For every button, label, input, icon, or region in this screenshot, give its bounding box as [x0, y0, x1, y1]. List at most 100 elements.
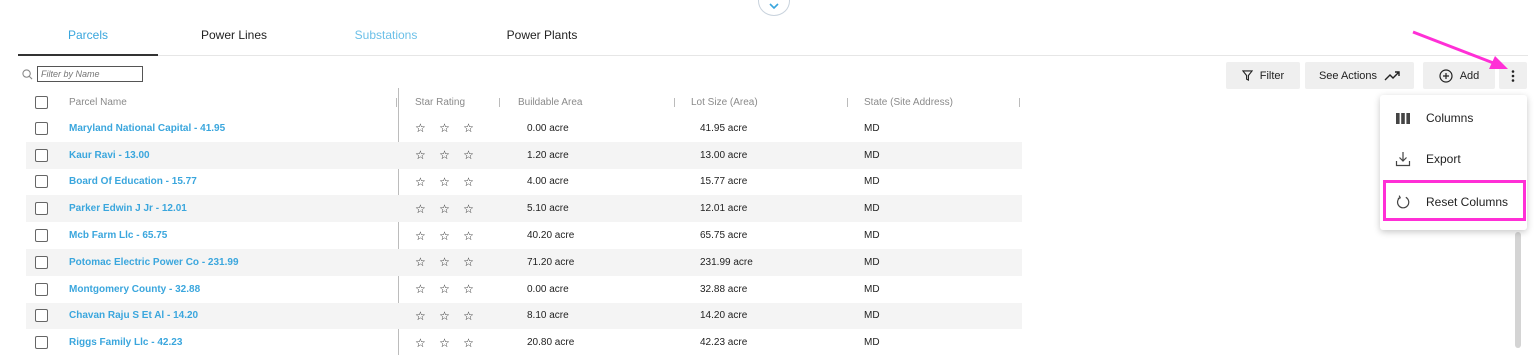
lot-size-cell: 42.23 acre	[700, 337, 748, 349]
state-cell: MD	[864, 283, 880, 295]
column-resize-handle[interactable]	[1019, 98, 1020, 107]
more-vertical-icon	[1511, 69, 1515, 82]
tab-parcels[interactable]: Parcels	[18, 24, 158, 56]
buildable-area-cell: 5.10 acre	[527, 203, 569, 215]
row-checkbox[interactable]	[35, 169, 48, 196]
state-cell: MD	[864, 149, 880, 161]
table-row[interactable]: Montgomery County - 32.88 ☆ ☆ ☆ 0.00 acre 3…	[26, 276, 1022, 303]
parcel-name-link[interactable]: Maryland National Capital - 41.95	[69, 115, 225, 142]
parcel-name-link[interactable]: Parker Edwin J Jr - 12.01	[69, 195, 187, 222]
buildable-area-cell: 0.00 acre	[527, 283, 569, 295]
star-rating[interactable]: ☆ ☆ ☆	[415, 276, 479, 303]
parcels-page: Parcels Power Lines Substations Power Pl…	[0, 0, 1536, 355]
buildable-area-cell: 71.20 acre	[527, 256, 575, 268]
star-rating[interactable]: ☆ ☆ ☆	[415, 303, 479, 330]
star-rating[interactable]: ☆ ☆ ☆	[415, 249, 479, 276]
buildable-area-cell: 8.10 acre	[527, 310, 569, 322]
filter-button[interactable]: Filter	[1226, 62, 1300, 89]
table-row[interactable]: Riggs Family Llc - 42.23 ☆ ☆ ☆ 20.80 acre 4…	[26, 329, 1022, 355]
see-actions-button[interactable]: See Actions	[1305, 62, 1414, 89]
row-checkbox[interactable]	[35, 329, 48, 355]
column-header-star-rating[interactable]: Star Rating	[415, 90, 465, 115]
row-checkbox[interactable]	[35, 276, 48, 303]
column-header-lot-size[interactable]: Lot Size (Area)	[691, 90, 758, 115]
parcel-name-link[interactable]: Riggs Family Llc - 42.23	[69, 329, 182, 355]
add-circle-icon	[1439, 68, 1453, 83]
parcel-name-link[interactable]: Board Of Education - 15.77	[69, 169, 197, 196]
row-checkbox[interactable]	[35, 303, 48, 330]
state-cell: MD	[864, 176, 880, 188]
table-row[interactable]: Potomac Electric Power Co - 231.99 ☆ ☆ ☆ 7…	[26, 248, 1022, 276]
vertical-scrollbar[interactable]	[1514, 230, 1522, 350]
add-button-label: Add	[1459, 69, 1480, 82]
tab-power-lines[interactable]: Power Lines	[182, 24, 286, 56]
column-resize-handle[interactable]	[396, 98, 397, 107]
table-body: Maryland National Capital - 41.95 ☆ ☆ ☆ 0.…	[26, 115, 1022, 355]
buildable-area-cell: 1.20 acre	[527, 149, 569, 161]
select-all-checkbox[interactable]	[35, 90, 48, 115]
lot-size-cell: 231.99 acre	[700, 256, 753, 268]
parcel-name-link[interactable]: Chavan Raju S Et Al - 14.20	[69, 303, 198, 330]
star-rating[interactable]: ☆ ☆ ☆	[415, 222, 479, 249]
state-cell: MD	[864, 203, 880, 215]
column-header-state[interactable]: State (Site Address)	[864, 90, 953, 115]
row-checkbox[interactable]	[35, 142, 48, 169]
chevron-down-icon	[769, 3, 779, 9]
star-rating[interactable]: ☆ ☆ ☆	[415, 115, 479, 142]
state-cell: MD	[864, 122, 880, 134]
parcel-name-link[interactable]: Kaur Ravi - 13.00	[69, 142, 150, 169]
highlight-box	[1383, 180, 1526, 221]
see-actions-label: See Actions	[1318, 69, 1378, 82]
star-rating[interactable]: ☆ ☆ ☆	[415, 329, 479, 355]
table-row[interactable]: Mcb Farm Llc - 65.75 ☆ ☆ ☆ 40.20 acre 65.75…	[26, 222, 1022, 249]
table-row[interactable]: Board Of Education - 15.77 ☆ ☆ ☆ 4.00 acre…	[26, 169, 1022, 196]
parcel-name-link[interactable]: Montgomery County - 32.88	[69, 276, 200, 303]
column-header-buildable-area[interactable]: Buildable Area	[518, 90, 583, 115]
menu-item-columns[interactable]: Columns	[1380, 98, 1527, 138]
add-button[interactable]: Add	[1423, 62, 1495, 89]
star-rating[interactable]: ☆ ☆ ☆	[415, 142, 479, 169]
column-resize-handle[interactable]	[499, 98, 500, 107]
columns-icon	[1396, 112, 1410, 124]
lot-size-cell: 15.77 acre	[700, 176, 748, 188]
state-cell: MD	[864, 310, 880, 322]
menu-item-export[interactable]: Export	[1380, 139, 1527, 179]
parcel-name-link[interactable]: Potomac Electric Power Co - 231.99	[69, 249, 239, 276]
column-header-parcel-name[interactable]: Parcel Name	[69, 90, 127, 115]
row-checkbox[interactable]	[35, 249, 48, 276]
table-row[interactable]: Parker Edwin J Jr - 12.01 ☆ ☆ ☆ 5.10 acre 1…	[26, 195, 1022, 223]
star-rating[interactable]: ☆ ☆ ☆	[415, 169, 479, 196]
tab-bar: Parcels Power Lines Substations Power Pl…	[18, 24, 1528, 56]
state-cell: MD	[864, 337, 880, 349]
tab-substations[interactable]: Substations	[334, 24, 438, 56]
more-options-button[interactable]	[1499, 62, 1527, 89]
row-checkbox[interactable]	[35, 195, 48, 222]
funnel-icon	[1241, 70, 1253, 81]
trending-up-icon	[1384, 70, 1400, 80]
search-icon	[22, 68, 33, 79]
filter-input[interactable]	[37, 66, 143, 82]
collapse-button[interactable]	[758, 0, 790, 16]
table-row[interactable]: Kaur Ravi - 13.00 ☆ ☆ ☆ 1.20 acre 13.00 acr…	[26, 141, 1022, 169]
lot-size-cell: 13.00 acre	[700, 149, 748, 161]
row-checkbox[interactable]	[35, 222, 48, 249]
state-cell: MD	[864, 256, 880, 268]
state-cell: MD	[864, 230, 880, 242]
table-row[interactable]: Maryland National Capital - 41.95 ☆ ☆ ☆ 0.…	[26, 115, 1022, 142]
parcels-table: Parcel Name Star Rating Buildable Area L…	[26, 90, 1022, 355]
menu-item-export-label: Export	[1426, 152, 1461, 166]
lot-size-cell: 12.01 acre	[700, 203, 748, 215]
buildable-area-cell: 40.20 acre	[527, 230, 575, 242]
filter-button-label: Filter	[1259, 69, 1285, 82]
column-resize-handle[interactable]	[674, 98, 675, 107]
parcel-name-link[interactable]: Mcb Farm Llc - 65.75	[69, 222, 167, 249]
row-checkbox[interactable]	[35, 115, 48, 142]
tab-power-plants[interactable]: Power Plants	[490, 24, 594, 56]
table-header: Parcel Name Star Rating Buildable Area L…	[26, 90, 1022, 115]
buildable-area-cell: 4.00 acre	[527, 176, 569, 188]
lot-size-cell: 41.95 acre	[700, 122, 748, 134]
star-rating[interactable]: ☆ ☆ ☆	[415, 195, 479, 222]
table-row[interactable]: Chavan Raju S Et Al - 14.20 ☆ ☆ ☆ 8.10 acr…	[26, 302, 1022, 330]
column-resize-handle[interactable]	[847, 98, 848, 107]
lot-size-cell: 65.75 acre	[700, 230, 748, 242]
